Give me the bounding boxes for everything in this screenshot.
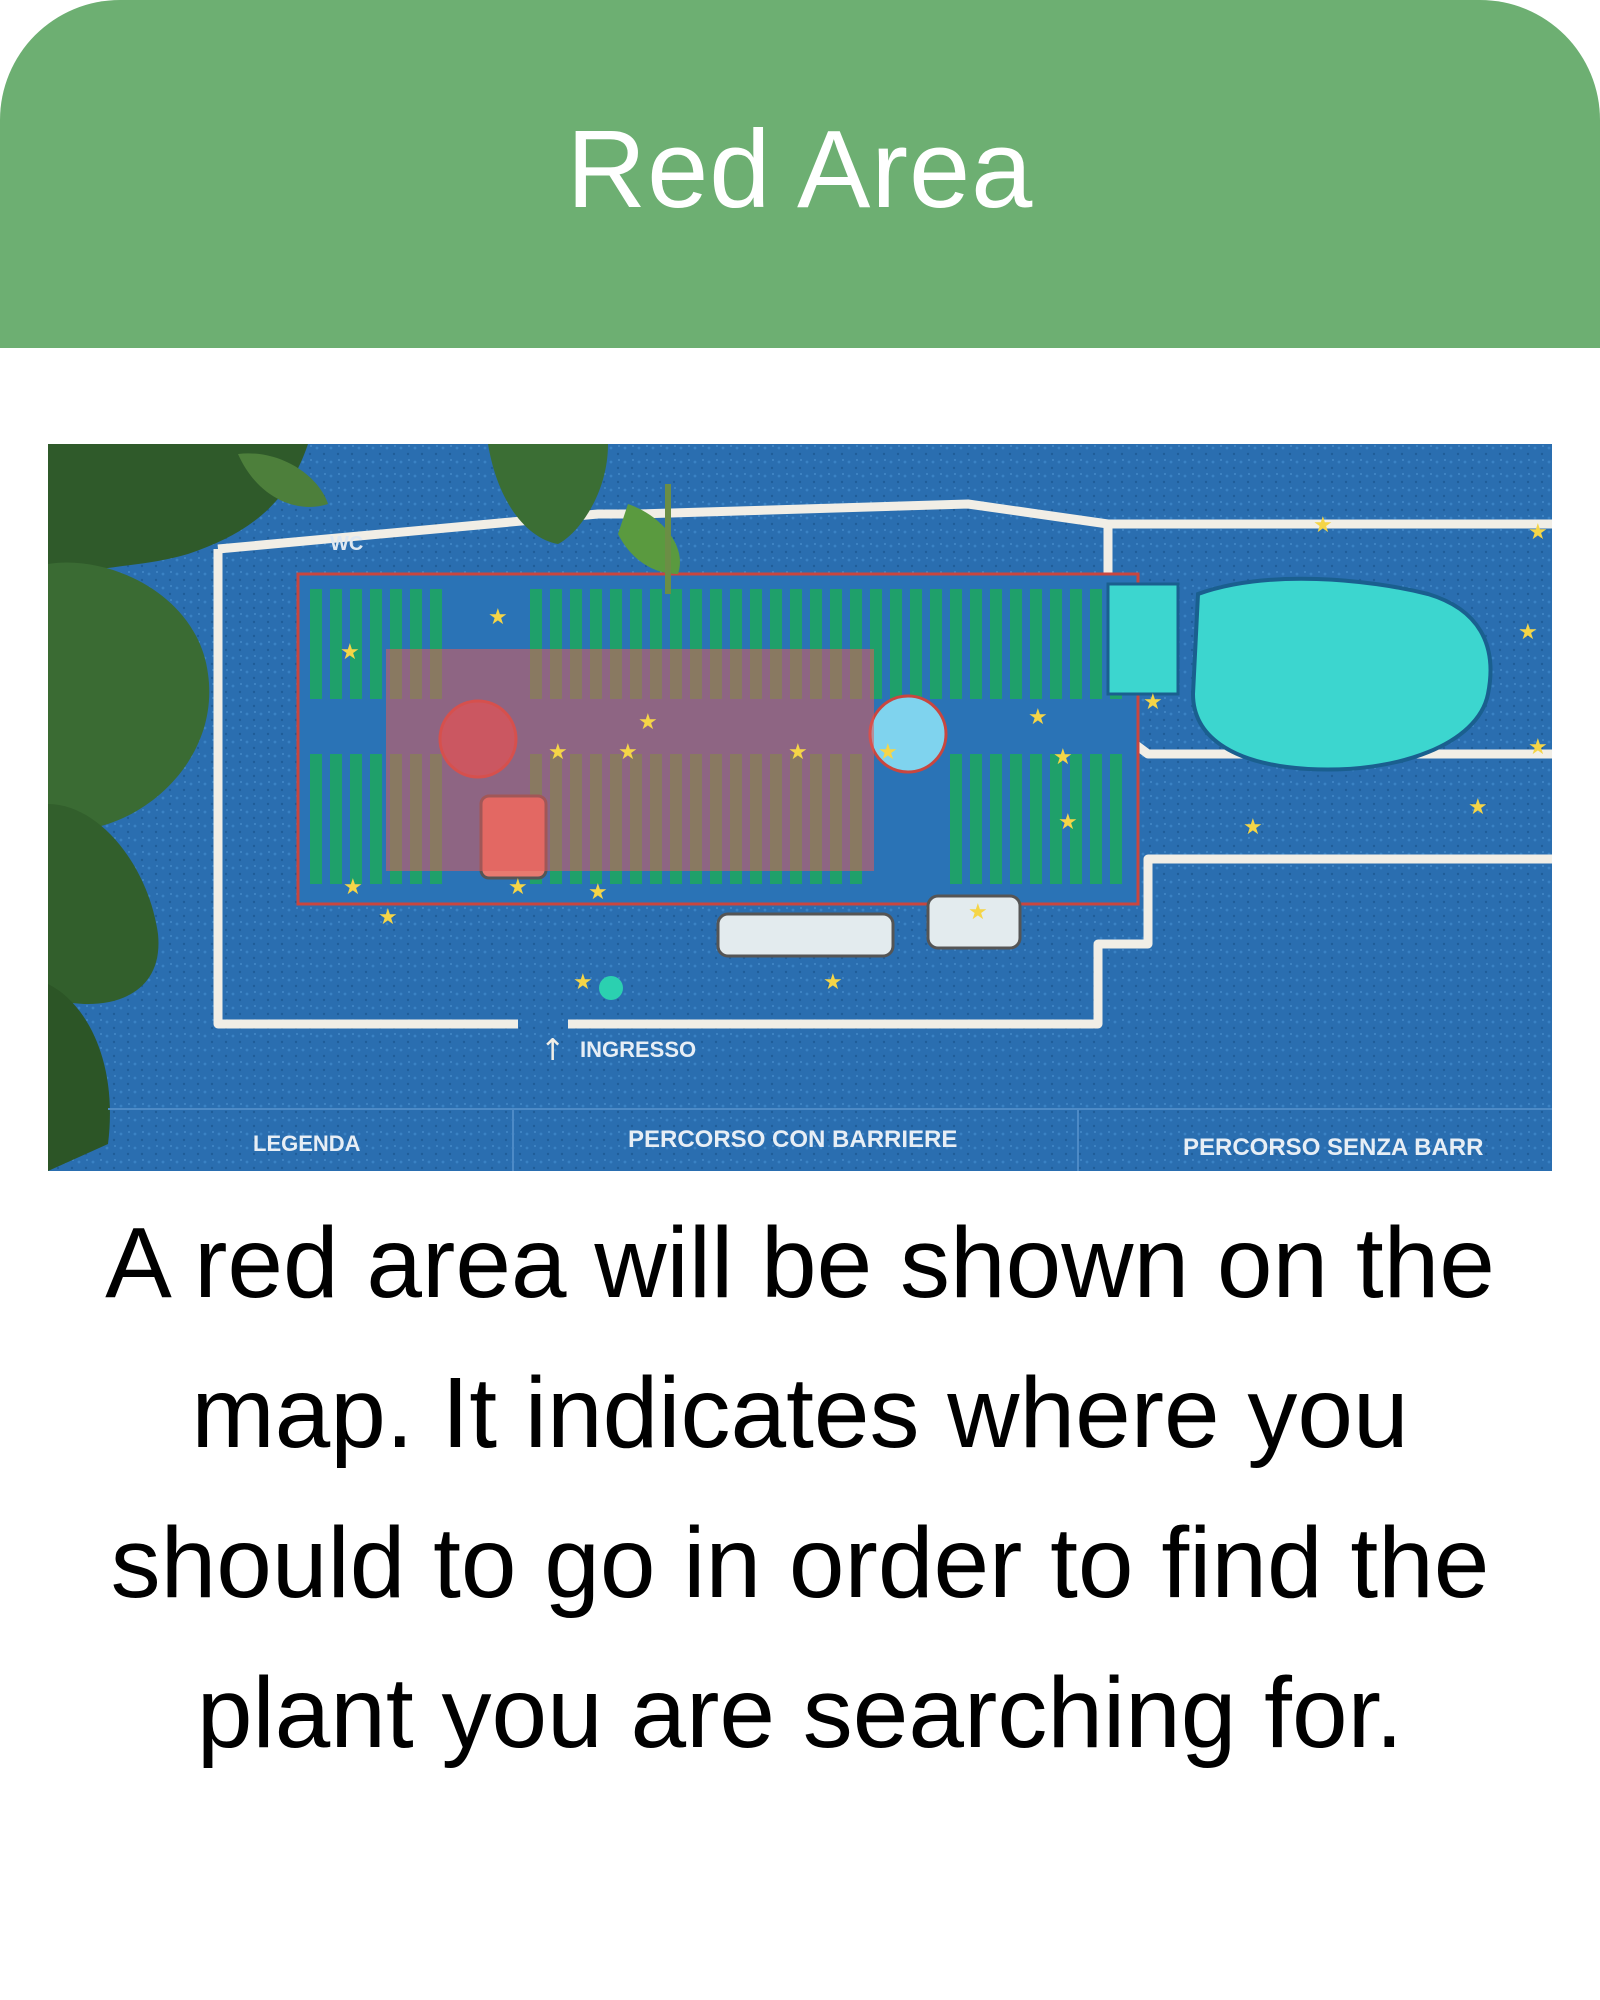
star-icon: ★: [1518, 620, 1538, 645]
flower-bed: [1110, 754, 1122, 884]
star-icon: ★: [823, 970, 843, 995]
pond-shape: [1190, 576, 1493, 772]
star-icon: ★: [343, 875, 363, 900]
star-icon: ★: [638, 710, 658, 735]
star-icon: ★: [878, 740, 898, 765]
star-icon: ★: [1528, 520, 1548, 545]
star-icon: ★: [1058, 810, 1078, 835]
flower-bed: [350, 754, 362, 884]
flower-bed: [310, 589, 322, 699]
flower-bed: [1070, 589, 1082, 699]
flower-bed: [1030, 754, 1042, 884]
star-icon: ★: [1053, 745, 1073, 770]
flower-bed: [990, 754, 1002, 884]
flower-bed: [1010, 589, 1022, 699]
star-icon: ★: [378, 905, 398, 930]
flower-bed: [910, 589, 922, 699]
flower-bed: [970, 589, 982, 699]
flower-bed: [1010, 754, 1022, 884]
flower-bed: [950, 754, 962, 884]
star-icon: ★: [588, 880, 608, 905]
entrance-marker: [599, 976, 623, 1000]
flower-bed: [330, 754, 342, 884]
flower-bed: [950, 589, 962, 699]
header-bar: Red Area: [0, 0, 1600, 348]
flower-bed: [310, 754, 322, 884]
instruction-text: A red area will be shown on the map. It …: [105, 1207, 1495, 1769]
star-icon: ★: [788, 740, 808, 765]
entrance-arrow-icon: ↑: [540, 1033, 565, 1068]
flower-bed: [370, 754, 382, 884]
entrance-label: INGRESSO: [580, 1037, 696, 1062]
flower-bed: [890, 589, 902, 699]
flower-bed: [930, 589, 942, 699]
pond-small: [1106, 582, 1180, 696]
star-icon: ★: [508, 875, 528, 900]
legend-label: LEGENDA: [253, 1131, 361, 1156]
flower-bed: [970, 754, 982, 884]
flower-bed: [370, 589, 382, 699]
route-with-barriers-label: PERCORSO CON BARRIERE: [628, 1126, 957, 1153]
star-icon: ★: [618, 740, 638, 765]
flower-bed: [1090, 589, 1102, 699]
star-icon: ★: [548, 740, 568, 765]
star-icon: ★: [1528, 735, 1548, 760]
star-icon: ★: [340, 640, 360, 665]
star-icon: ★: [488, 605, 508, 630]
route-without-barriers-label: PERCORSO SENZA BARR: [1183, 1134, 1483, 1161]
flower-bed: [1030, 589, 1042, 699]
page-title: Red Area: [566, 107, 1034, 231]
garden-map-image: ★ ★ ★ ★ ★ ★ ★ ★ ★ ★ ★ ★ ★ ★ ★ ★ ★ ★ ★ ★ ★ ★ ★ ★ WC ↑ INGRESSO L…: [48, 444, 1552, 1171]
flower-bed: [1090, 754, 1102, 884]
star-icon: ★: [968, 900, 988, 925]
star-icon: ★: [1143, 690, 1163, 715]
wc-label: WC: [330, 533, 363, 555]
star-icon: ★: [1243, 815, 1263, 840]
building-long: [716, 912, 895, 958]
star-icon: ★: [1468, 795, 1488, 820]
star-icon: ★: [1313, 513, 1333, 538]
star-icon: ★: [573, 970, 593, 995]
flower-bed: [990, 589, 1002, 699]
flower-bed: [1050, 589, 1062, 699]
star-icon: ★: [1028, 705, 1048, 730]
